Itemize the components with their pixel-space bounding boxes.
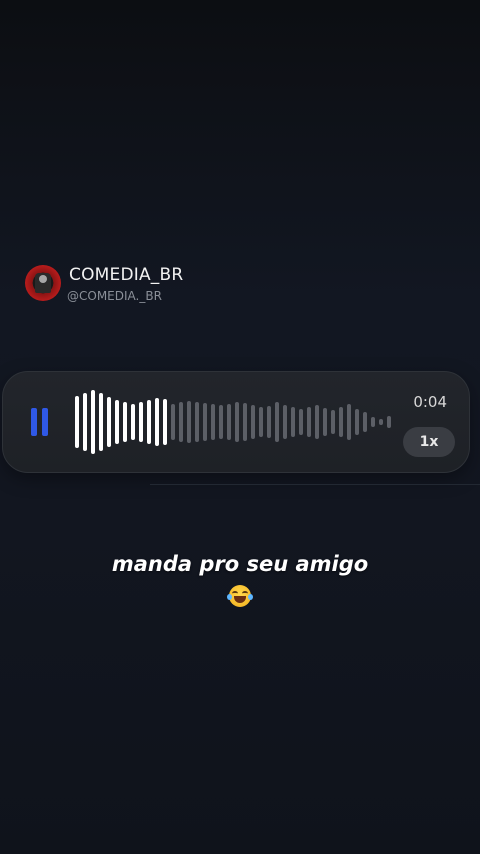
waveform-bar <box>275 402 279 442</box>
waveform-bar <box>163 399 167 445</box>
waveform-bar <box>187 401 191 443</box>
pause-icon[interactable] <box>31 408 51 436</box>
waveform-bar <box>203 403 207 441</box>
waveform-bar <box>355 409 359 435</box>
waveform-bar <box>387 416 391 428</box>
divider <box>150 484 480 485</box>
waveform-bar <box>323 408 327 436</box>
waveform-bar <box>379 419 383 425</box>
waveform-bar <box>171 404 175 440</box>
face-with-tears-of-joy-icon <box>227 585 253 607</box>
waveform-bar <box>123 402 127 442</box>
waveform-bar <box>291 407 295 437</box>
waveform-bar <box>283 405 287 439</box>
waveform-bar <box>259 407 263 437</box>
waveform-bar <box>83 393 87 451</box>
waveform-bar <box>299 409 303 435</box>
caption-emoji <box>0 585 480 612</box>
waveform-bar <box>99 393 103 451</box>
waveform-bar <box>331 410 335 434</box>
waveform-bar <box>147 400 151 444</box>
profile-name: COMEDIA_BR <box>69 265 184 285</box>
waveform-bar <box>267 406 271 438</box>
waveform-bar <box>179 402 183 442</box>
waveform-bar <box>227 404 231 440</box>
waveform-bar <box>91 390 95 454</box>
waveform-bar <box>107 397 111 447</box>
waveform-bar <box>315 405 319 439</box>
profile-handle: @COMEDIA._BR <box>67 289 162 303</box>
voice-message-player: 0:04 1x <box>2 371 470 473</box>
waveform-bar <box>235 402 239 442</box>
waveform-bar <box>363 412 367 432</box>
waveform-bar <box>243 403 247 441</box>
playback-time: 0:04 <box>413 393 447 411</box>
avatar[interactable] <box>25 265 61 301</box>
waveform-bar <box>195 402 199 442</box>
waveform-bar <box>155 398 159 446</box>
waveform-bar <box>131 404 135 440</box>
waveform-bar <box>219 405 223 439</box>
waveform-bar <box>115 400 119 444</box>
caption-text: manda pro seu amigo <box>111 552 369 576</box>
audio-waveform[interactable] <box>75 386 395 458</box>
waveform-bar <box>347 404 351 440</box>
waveform-bar <box>251 405 255 439</box>
waveform-bar <box>75 396 79 448</box>
waveform-bar <box>139 402 143 442</box>
waveform-bar <box>307 407 311 437</box>
waveform-bar <box>339 407 343 437</box>
waveform-bar <box>211 404 215 440</box>
playback-speed-button[interactable]: 1x <box>403 427 455 457</box>
waveform-bar <box>371 417 375 427</box>
